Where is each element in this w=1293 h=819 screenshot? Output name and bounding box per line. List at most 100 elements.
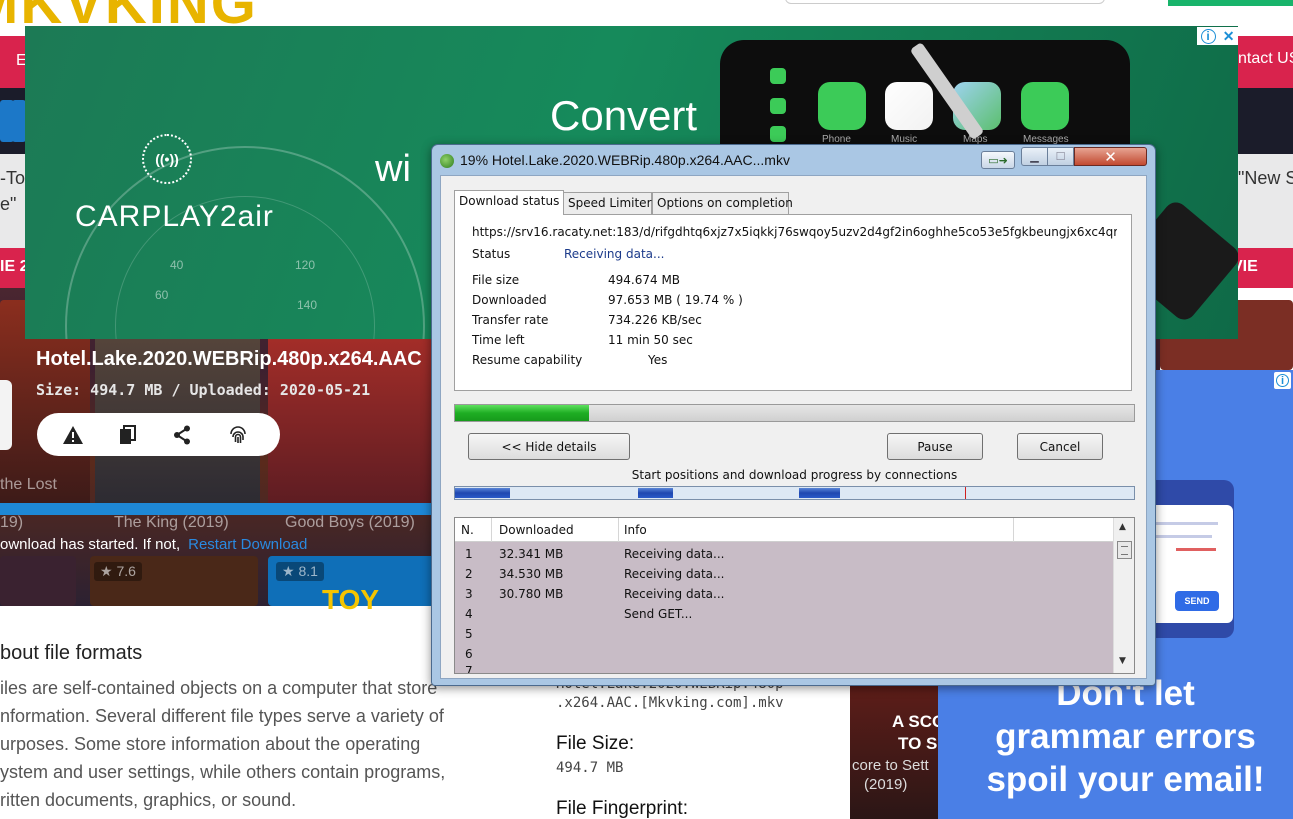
about-line: ystem and user settings, while others co… xyxy=(0,762,446,782)
restart-download-link[interactable]: Restart Download xyxy=(188,536,307,553)
connections-caption: Start positions and download progress by… xyxy=(631,468,958,482)
side-tab[interactable] xyxy=(0,380,12,450)
minimize-to-tray-button[interactable]: ▭➜ xyxy=(981,151,1015,169)
row-number: 1 xyxy=(465,547,473,561)
scroll-thumb[interactable] xyxy=(1117,541,1132,559)
row-number: 5 xyxy=(465,627,473,641)
app-icon xyxy=(770,68,786,84)
about-line: nformation. Several different file types… xyxy=(0,706,444,726)
header-search-box[interactable] xyxy=(785,0,1105,4)
ad-send-button: SEND xyxy=(1175,591,1219,611)
row-number: 7 xyxy=(465,664,473,674)
ad-info-icon: i xyxy=(1276,374,1289,387)
table-row[interactable]: 5 xyxy=(455,624,1113,644)
ad-info-icon[interactable]: i xyxy=(1200,28,1216,44)
connection-start-marker xyxy=(965,487,966,499)
row-number: 6 xyxy=(465,647,473,661)
ticker-text: -To xyxy=(0,168,26,188)
time-left-value: 11 min 50 sec xyxy=(608,333,693,347)
gauge-number: 120 xyxy=(295,258,316,272)
connections-table: N. Downloaded Info 1 32.341 MB Receiving… xyxy=(454,517,1135,674)
header-button[interactable] xyxy=(1168,0,1293,6)
hide-details-button[interactable]: << Hide details xyxy=(468,433,630,460)
table-header: N. Downloaded Info xyxy=(455,518,1113,542)
maximize-button[interactable]: ☐ xyxy=(1048,147,1074,166)
column-divider[interactable] xyxy=(618,518,619,542)
app-icon xyxy=(770,126,786,142)
minimize-button[interactable]: ▁ xyxy=(1021,147,1048,166)
idm-app-icon xyxy=(440,154,454,168)
downloaded-label: Downloaded xyxy=(472,293,547,307)
ad-text-line xyxy=(1150,522,1218,525)
tab-options-on-completion[interactable]: Options on completion xyxy=(652,192,793,214)
download-progress-fill xyxy=(455,405,590,421)
warning-icon[interactable] xyxy=(61,423,85,447)
card-title[interactable]: core to Sett xyxy=(852,757,929,774)
ad-headline-line: spoil your email! xyxy=(986,760,1265,799)
download-progress-strip xyxy=(0,503,438,515)
row-number: 4 xyxy=(465,607,473,621)
scroll-up-arrow-icon[interactable]: ▲ xyxy=(1119,522,1126,532)
table-row[interactable]: 6 xyxy=(455,644,1113,664)
status-label: Status xyxy=(472,247,511,261)
ad-info-button[interactable]: i xyxy=(1274,372,1291,389)
table-row[interactable]: 1 32.341 MB Receiving data... xyxy=(455,544,1113,564)
row-info: Send GET... xyxy=(624,607,693,621)
column-divider[interactable] xyxy=(1013,518,1014,542)
downloaded-value: 97.653 MB ( 19.74 % ) xyxy=(608,293,743,307)
share-icon[interactable] xyxy=(170,423,194,447)
tab-download-status[interactable]: Download status xyxy=(454,190,565,215)
about-line: ritten documents, graphics, or sound. xyxy=(0,790,297,810)
transfer-rate-value: 734.226 KB/sec xyxy=(608,313,702,327)
phone-app-icon xyxy=(818,82,866,130)
row-downloaded: 34.530 MB xyxy=(499,567,564,581)
download-status-panel: https://srv16.racaty.net:183/d/rifgdhtq6… xyxy=(454,214,1132,391)
action-pill xyxy=(37,413,280,456)
pause-button[interactable]: Pause xyxy=(887,433,983,460)
file-size-label: File size xyxy=(472,273,520,287)
dialog-titlebar[interactable]: 19% Hotel.Lake.2020.WEBRip.480p.x264.AAC… xyxy=(432,145,1155,175)
table-scrollbar[interactable]: ▲ ▼ xyxy=(1113,518,1134,673)
cancel-button[interactable]: Cancel xyxy=(1017,433,1103,460)
dialog-title: 19% Hotel.Lake.2020.WEBRip.480p.x264.AAC… xyxy=(460,152,790,168)
genre-tile[interactable] xyxy=(12,100,26,142)
resume-capability-label: Resume capability xyxy=(472,353,583,367)
table-row[interactable]: 2 34.530 MB Receiving data... xyxy=(455,564,1113,584)
poster-title[interactable]: 19) xyxy=(0,514,23,532)
column-header-downloaded[interactable]: Downloaded xyxy=(499,523,574,537)
column-header-number[interactable]: N. xyxy=(461,523,474,537)
poster-title[interactable]: The King (2019) xyxy=(114,514,229,532)
poster-title[interactable]: Good Boys (2019) xyxy=(285,514,415,532)
nav-item-contact[interactable]: ntact US xyxy=(1238,50,1293,68)
tab-speed-limiter[interactable]: Speed Limiter xyxy=(563,192,652,214)
fingerprint-icon[interactable] xyxy=(226,423,250,447)
ad-close-icon[interactable]: ✕ xyxy=(1223,28,1235,45)
row-downloaded: 30.780 MB xyxy=(499,587,564,601)
movie-poster[interactable] xyxy=(0,556,76,606)
gauge-number: 40 xyxy=(170,258,184,272)
close-button[interactable]: ✕ xyxy=(1074,147,1147,166)
app-icon xyxy=(770,98,786,114)
table-row[interactable]: 7 xyxy=(455,664,1113,674)
connection-segment xyxy=(799,488,840,498)
column-header-info[interactable]: Info xyxy=(624,523,647,537)
table-row[interactable]: 4 Send GET... xyxy=(455,604,1113,624)
column-divider[interactable] xyxy=(491,518,492,542)
row-info: Receiving data... xyxy=(624,567,725,581)
ad-headline: Don't let grammar errors spoil your emai… xyxy=(938,672,1293,801)
copy-icon[interactable] xyxy=(116,423,140,447)
file-name: .x264.AAC.[Mkvking.com].mkv xyxy=(556,695,784,711)
row-downloaded: 32.341 MB xyxy=(499,547,564,561)
fingerprint-label: File Fingerprint: xyxy=(556,798,688,819)
ad-headline: wi xyxy=(375,148,411,190)
rating-badge: ★ 7.6 xyxy=(94,562,142,581)
row-number: 2 xyxy=(465,567,473,581)
ticker-text: e" xyxy=(0,194,17,214)
ad-text-line xyxy=(1150,535,1212,538)
scroll-down-arrow-icon[interactable]: ▼ xyxy=(1119,656,1126,666)
poster-title[interactable]: the Lost xyxy=(0,476,57,494)
ad-controls: i ✕ xyxy=(1197,27,1238,45)
table-row[interactable]: 3 30.780 MB Receiving data... xyxy=(455,584,1113,604)
ad-error-line xyxy=(1176,548,1216,551)
download-progress-bar xyxy=(454,404,1135,422)
